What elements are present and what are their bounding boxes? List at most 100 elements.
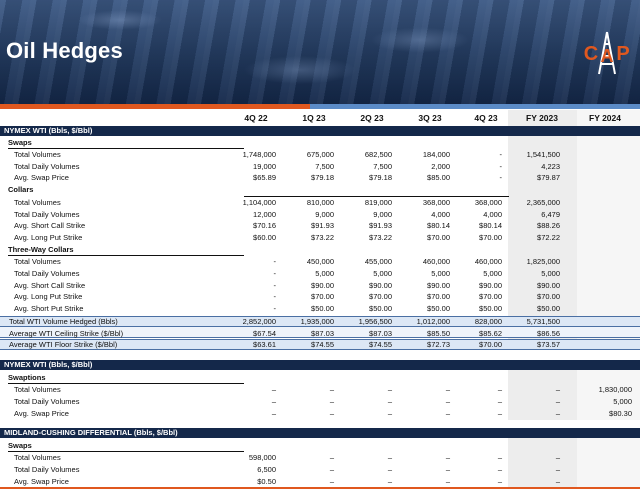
cell-value: 5,000 [315, 268, 334, 278]
cell-value: 5,000 [373, 268, 392, 278]
cell-value: $91.93 [311, 221, 334, 230]
logo-letter-a: A [601, 46, 614, 66]
cell-value: – [329, 464, 334, 474]
subsection-label: Swaps [8, 441, 32, 450]
row-label: Total Volumes [14, 150, 61, 159]
cell-value: $80.14 [479, 221, 502, 230]
section-header: NYMEX WTI (Bbls, $/Bbl) [0, 360, 640, 370]
cell-value: $50.00 [311, 304, 334, 314]
cell-value: 4,223 [541, 161, 560, 171]
cell-value: – [497, 408, 502, 418]
cell-value: $50.00 [427, 304, 450, 314]
cell-value: – [497, 385, 502, 394]
table-row: Total Volumes - 450,000 455,000 460,000 460,0… [0, 256, 640, 268]
cell-value: 9,000 [315, 209, 334, 219]
table-row: Total Daily Volumes 12,000 9,000 9,000 4,000… [0, 209, 640, 221]
cell-value: – [387, 476, 392, 486]
section-header: MIDLAND-CUSHING DIFFERENTIAL (Bbls, $/Bb… [0, 428, 640, 438]
cell-value: $72.22 [537, 232, 560, 242]
row-label: Total Daily Volumes [14, 268, 80, 278]
row-label: Total Volumes [14, 453, 61, 462]
table-row: Average WTI Ceiling Strike ($/Bbl) $67.54… [0, 328, 640, 340]
cell-value: – [555, 396, 560, 406]
cell-value: 1,956,500 [358, 317, 392, 326]
cell-value: 450,000 [306, 257, 334, 266]
cell-value: 460,000 [422, 257, 450, 266]
subsection-label: Swaps [8, 138, 32, 147]
cell-value: $0.50 [257, 476, 276, 486]
col-header: 4Q 22 [244, 113, 268, 123]
page-title: Oil Hedges [6, 38, 123, 63]
table-row: Total Daily Volumes – – – – – – 5,000 [0, 396, 640, 408]
accent-stripe-orange [0, 104, 310, 109]
cell-value: – [497, 396, 502, 406]
cell-value: – [555, 453, 560, 462]
table-row: Average WTI Floor Strike ($/Bbl) $63.61 $7… [0, 339, 640, 351]
row-label: Total Daily Volumes [14, 464, 80, 474]
cell-value: 1,541,500 [526, 150, 560, 159]
cell-value: $50.00 [479, 304, 502, 314]
cell-value: 7,500 [315, 161, 334, 171]
cell-value: 810,000 [306, 198, 334, 207]
cell-value: 6,500 [257, 464, 276, 474]
cell-value: - [499, 173, 503, 182]
cell-value: – [387, 385, 392, 394]
cell-value: – [329, 453, 334, 462]
cell-value: $67.54 [253, 328, 276, 338]
cell-value: – [497, 464, 502, 474]
table-row: Avg. Long Put Strike $60.00 $73.22 $73.22 $7… [0, 232, 640, 244]
cell-value: $73.22 [369, 232, 392, 242]
table-row: Total Volumes – – – – – – 1,830,000 [0, 384, 640, 396]
row-label: Avg. Short Call Strike [14, 221, 86, 230]
col-header: 3Q 23 [418, 113, 442, 123]
cell-value: $86.56 [537, 328, 560, 338]
table-row: Avg. Short Put Strike - $50.00 $50.00 $50.00… [0, 303, 640, 315]
row-label: Total Volumes [14, 257, 61, 266]
logo-letter-c: C [584, 43, 598, 65]
cell-value: $70.00 [369, 292, 392, 302]
col-header: 2Q 23 [360, 113, 384, 123]
cell-value: – [329, 396, 334, 406]
cell-value: 368,000 [422, 198, 450, 207]
cell-value: $79.18 [311, 173, 334, 182]
col-header: 4Q 23 [474, 113, 498, 123]
cell-value: $70.00 [427, 232, 450, 242]
row-label: Average WTI Floor Strike ($/Bbl) [9, 340, 118, 350]
row-label: Total Volumes [14, 385, 61, 394]
cell-value: 19,000 [253, 161, 276, 171]
cell-value: $90.00 [479, 280, 502, 290]
cell-value: – [387, 408, 392, 418]
cell-value: – [329, 408, 334, 418]
cell-value: $74.55 [369, 340, 392, 350]
row-label: Total Volumes [14, 198, 61, 207]
table-row: Total Volumes 598,000 – – – – – [0, 452, 640, 464]
cell-value: 1,748,000 [242, 150, 276, 159]
cell-value: $88.26 [537, 221, 560, 230]
cell-value: $73.57 [537, 340, 560, 350]
table-row: Total Daily Volumes - 5,000 5,000 5,000 5,000… [0, 268, 640, 280]
cell-value: – [329, 385, 334, 394]
cell-value: - [273, 292, 277, 302]
cell-value: $85.62 [479, 328, 502, 338]
cell-value: – [387, 464, 392, 474]
row-label: Total WTI Volume Hedged (Bbls) [9, 317, 118, 326]
cell-value: 184,000 [422, 150, 450, 159]
cell-value: – [445, 476, 450, 486]
cell-value: - [273, 280, 277, 290]
col-header: FY 2024 [589, 113, 621, 123]
cell-value: 1,830,000 [598, 385, 632, 394]
cell-value: $70.00 [479, 232, 502, 242]
table-row: Avg. Short Call Strike $70.16 $91.93 $91.93… [0, 220, 640, 232]
table-row: Total Volumes 1,748,000 675,000 682,500 184,… [0, 149, 640, 161]
row-label: Avg. Long Put Strike [14, 232, 83, 242]
cell-value: 2,365,000 [526, 198, 560, 207]
cell-value: $60.00 [253, 232, 276, 242]
cell-value: - [273, 268, 277, 278]
cell-value: – [271, 408, 276, 418]
cell-value: $70.00 [479, 292, 502, 302]
table-row: Avg. Swap Price $0.50 – – – – – [0, 476, 640, 488]
row-label: Total Daily Volumes [14, 161, 80, 171]
cell-value: 368,000 [474, 198, 502, 207]
row-label: Avg. Swap Price [14, 408, 69, 418]
cell-value: $50.00 [369, 304, 392, 314]
